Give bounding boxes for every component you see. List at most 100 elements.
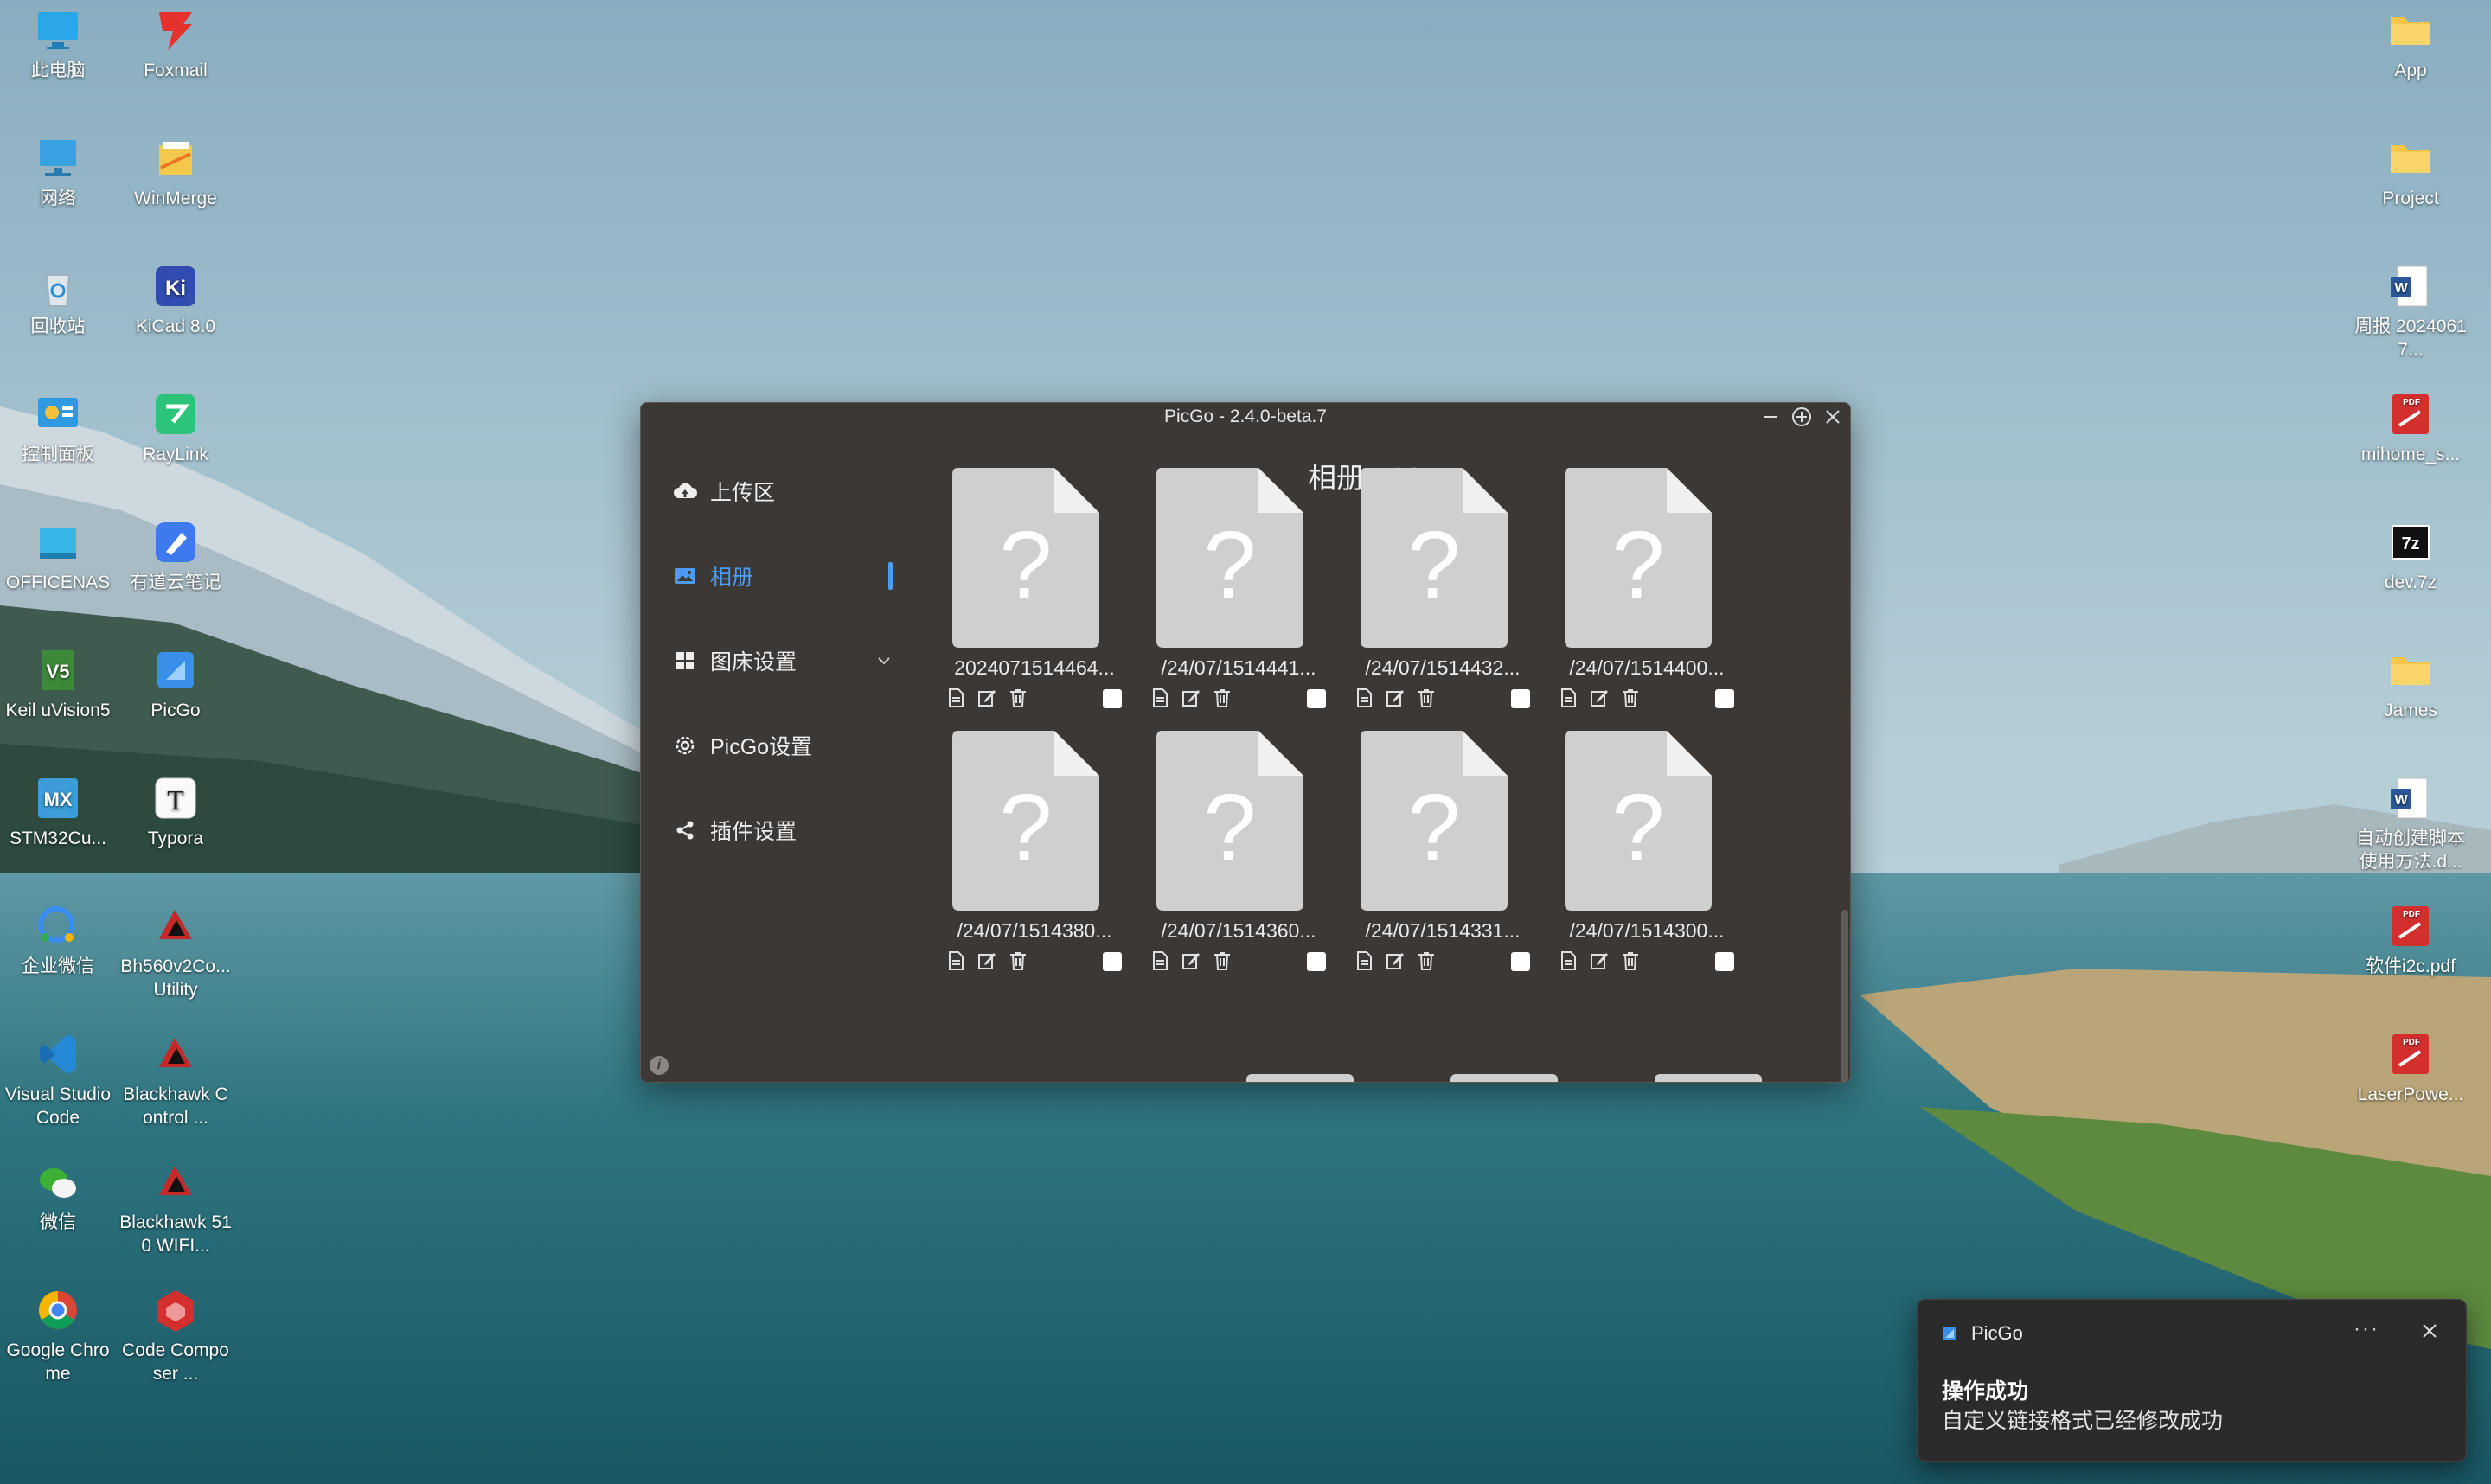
minimize-button[interactable]: [1757, 406, 1784, 428]
plus-circle-icon: [1792, 407, 1811, 426]
image-card[interactable]: ? /24/07/1514441...: [1143, 468, 1342, 710]
image-thumbnail[interactable]: ?: [952, 731, 1099, 911]
desktop-icon-wecom[interactable]: 企业微信: [2, 896, 114, 978]
more-options-icon[interactable]: ···: [2353, 1317, 2379, 1341]
desktop-icon-youdao-note[interactable]: 有道云笔记: [119, 512, 232, 594]
desktop-icon-control-panel[interactable]: 控制面板: [2, 384, 114, 466]
desktop-icon-james-folder[interactable]: James: [2354, 640, 2467, 722]
desktop-icon-raylink[interactable]: RayLink: [119, 384, 232, 466]
desktop-icon-officenas[interactable]: OFFICENAS: [2, 512, 114, 594]
desktop-icon-code-composer[interactable]: Code Composer ...: [119, 1280, 232, 1385]
desktop-icon-stm32cube[interactable]: MX STM32Cu...: [2, 768, 114, 850]
gear-icon: [672, 732, 698, 758]
delete-icon[interactable]: [1618, 686, 1643, 710]
image-card[interactable]: ? 2024071514464...: [938, 468, 1137, 710]
delete-icon[interactable]: [1006, 949, 1030, 973]
image-thumbnail[interactable]: ?: [1565, 731, 1712, 911]
delete-icon[interactable]: [1210, 949, 1234, 973]
desktop-icon-blackhawk-510[interactable]: Blackhawk 510 WIFI...: [119, 1152, 232, 1257]
select-checkbox[interactable]: [1307, 689, 1326, 708]
image-name: 2024071514464...: [954, 656, 1115, 679]
desktop-icon-wechat[interactable]: 微信: [2, 1152, 114, 1234]
desktop-icon-chrome[interactable]: Google Chrome: [2, 1280, 114, 1385]
desktop-icon-picgo[interactable]: PicGo: [119, 640, 232, 722]
copy-link-icon[interactable]: [1148, 686, 1172, 710]
desktop-icon-this-pc[interactable]: 此电脑: [2, 0, 114, 82]
nav-plugin-settings[interactable]: 插件设置: [672, 813, 893, 848]
toast-notification[interactable]: PicGo ··· 操作成功 自定义链接格式已经修改成功: [1917, 1299, 2467, 1462]
copy-link-icon[interactable]: [944, 949, 968, 973]
desktop-icon-script-doc[interactable]: W 自动创建脚本使用方法.d...: [2354, 768, 2467, 873]
info-icon[interactable]: i: [650, 1056, 669, 1075]
desktop-icon-typora[interactable]: T Typora: [119, 768, 232, 850]
image-card[interactable]: ? /24/07/1514400...: [1551, 468, 1750, 710]
edit-icon[interactable]: [1587, 949, 1611, 973]
close-icon[interactable]: [2419, 1321, 2440, 1341]
nav-picbed-settings[interactable]: 图床设置: [672, 643, 893, 678]
scrollbar[interactable]: [1841, 910, 1848, 1082]
desktop-icon-network[interactable]: 网络: [2, 128, 114, 210]
broken-image-icon: ?: [1156, 468, 1303, 648]
image-thumbnail[interactable]: ?: [952, 468, 1099, 648]
desktop-icon-laserpower-pdf[interactable]: PDF LaserPowe...: [2354, 1024, 2467, 1106]
desktop-icon-project-folder[interactable]: Project: [2354, 128, 2467, 210]
edit-icon[interactable]: [975, 949, 999, 973]
edit-icon[interactable]: [1587, 686, 1611, 710]
desktop-icon-vscode[interactable]: Visual Studio Code: [2, 1024, 114, 1129]
edit-icon[interactable]: [1179, 949, 1203, 973]
edit-icon[interactable]: [975, 686, 999, 710]
delete-icon[interactable]: [1414, 686, 1438, 710]
desktop-icon-app-folder[interactable]: App: [2354, 0, 2467, 82]
nav-album[interactable]: 相册: [672, 559, 893, 593]
desktop-icon-recycle-bin[interactable]: 回收站: [2, 256, 114, 338]
close-button[interactable]: [1819, 406, 1847, 428]
copy-link-icon[interactable]: [1352, 949, 1376, 973]
desktop-icon-keil[interactable]: V5 Keil uVision5: [2, 640, 114, 722]
delete-icon[interactable]: [1006, 686, 1030, 710]
image-thumbnail[interactable]: ?: [1361, 468, 1508, 648]
copy-link-icon[interactable]: [1556, 686, 1580, 710]
image-thumbnail[interactable]: ?: [1156, 468, 1303, 648]
edit-icon[interactable]: [1383, 686, 1407, 710]
copy-link-icon[interactable]: [1556, 949, 1580, 973]
maximize-button[interactable]: [1788, 406, 1815, 428]
desktop-icon-foxmail[interactable]: Foxmail: [119, 0, 232, 82]
title-bar[interactable]: PicGo - 2.4.0-beta.7: [641, 403, 1850, 431]
desktop-icon-dev-7z[interactable]: 7z dev.7z: [2354, 512, 2467, 594]
image-card[interactable]: ? /24/07/1514360...: [1143, 731, 1342, 973]
image-thumbnail[interactable]: ?: [1156, 731, 1303, 911]
nav-picgo-settings[interactable]: PicGo设置: [672, 728, 893, 763]
chevron-down-icon[interactable]: [875, 650, 893, 675]
image-card[interactable]: ? /24/07/1514380...: [938, 731, 1137, 973]
desktop-icon-weekly-report[interactable]: W 周报 20240617...: [2354, 256, 2467, 361]
desktop-icon-winmerge[interactable]: WinMerge: [119, 128, 232, 210]
delete-icon[interactable]: [1414, 949, 1438, 973]
desktop-icon-kicad[interactable]: Ki KiCad 8.0: [119, 256, 232, 338]
copy-link-icon[interactable]: [1148, 949, 1172, 973]
nav-upload[interactable]: 上传区: [672, 474, 893, 509]
desktop-icon-i2c-pdf[interactable]: PDF 软件i2c.pdf: [2354, 896, 2467, 978]
image-thumbnail[interactable]: ?: [1361, 731, 1508, 911]
select-checkbox[interactable]: [1715, 689, 1734, 708]
select-checkbox[interactable]: [1715, 952, 1734, 971]
image-card[interactable]: ? /24/07/1514300...: [1551, 731, 1750, 973]
edit-icon[interactable]: [1383, 949, 1407, 973]
edit-icon[interactable]: [1179, 686, 1203, 710]
copy-link-icon[interactable]: [1352, 686, 1376, 710]
select-checkbox[interactable]: [1307, 952, 1326, 971]
copy-link-icon[interactable]: [944, 686, 968, 710]
desktop-icon-mihome-pdf[interactable]: PDF mihome_s...: [2354, 384, 2467, 466]
image-card[interactable]: ? /24/07/1514432...: [1347, 468, 1546, 710]
delete-icon[interactable]: [1618, 949, 1643, 973]
desktop-icon-blackhawk-control[interactable]: Blackhawk Control ...: [119, 1024, 232, 1129]
select-checkbox[interactable]: [1511, 952, 1530, 971]
select-checkbox[interactable]: [1103, 952, 1122, 971]
delete-icon[interactable]: [1210, 686, 1234, 710]
svg-text:?: ?: [1203, 512, 1256, 618]
select-checkbox[interactable]: [1511, 689, 1530, 708]
broken-image-icon: ?: [1361, 731, 1508, 911]
desktop-icon-bh560v2[interactable]: Bh560v2Co... Utility: [119, 896, 232, 1001]
select-checkbox[interactable]: [1103, 689, 1122, 708]
image-thumbnail[interactable]: ?: [1565, 468, 1712, 648]
image-card[interactable]: ? /24/07/1514331...: [1347, 731, 1546, 973]
